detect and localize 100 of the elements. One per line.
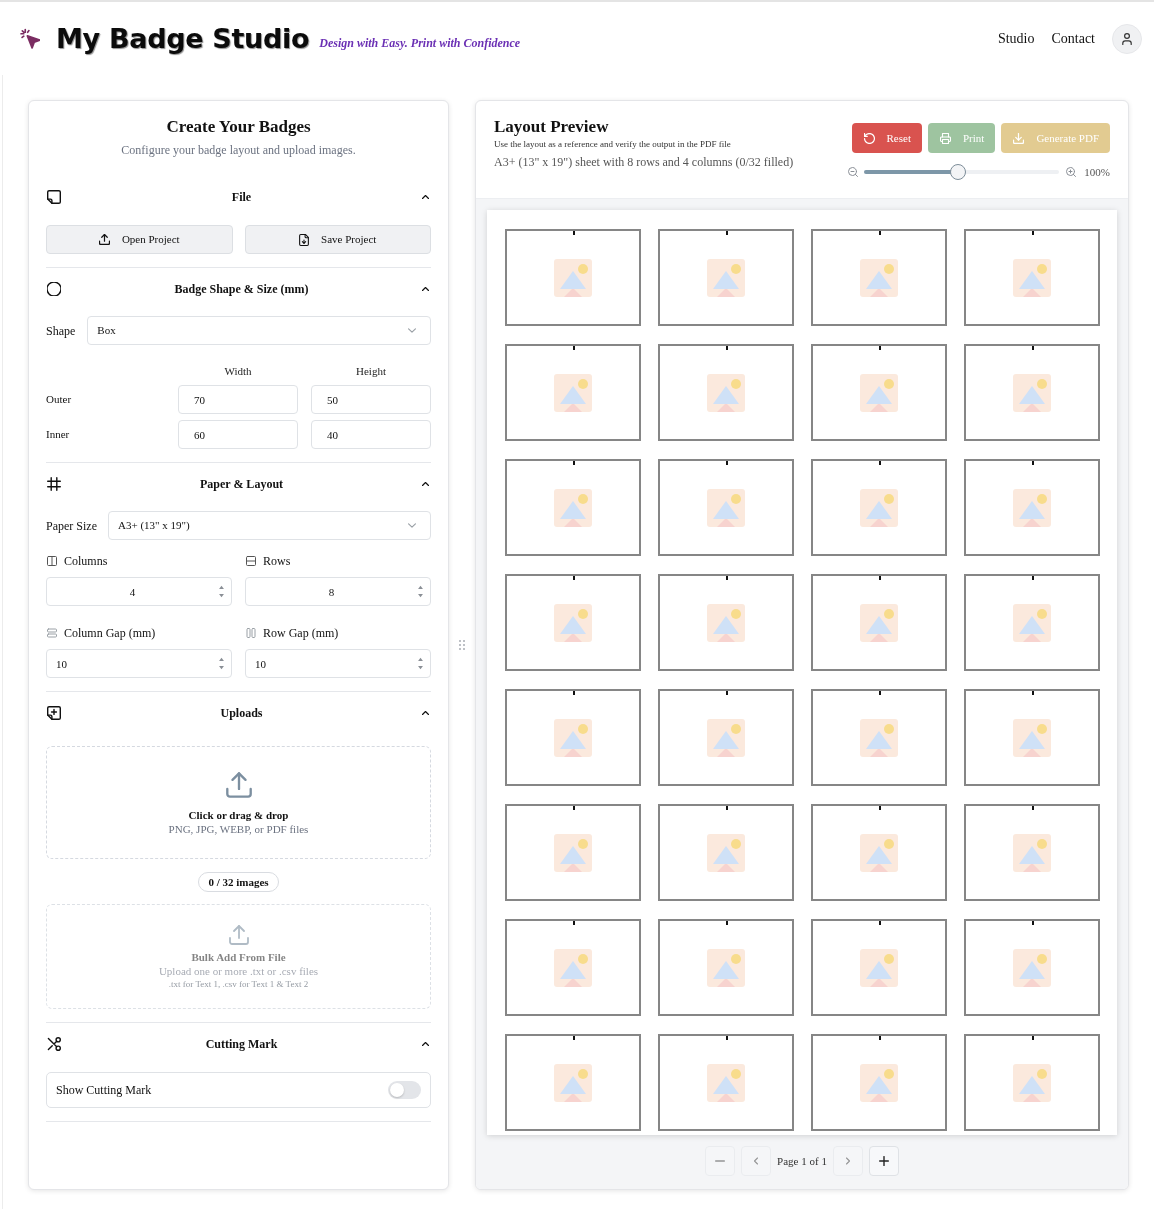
number-input[interactable]: 10 [46, 649, 232, 678]
section-toggle[interactable]: Paper & Layout [46, 472, 431, 496]
sheet-summary: A3+ (13" x 19") sheet with 8 rows and 4 columns (0/32 filled) [494, 154, 794, 170]
tick-mark-icon [573, 576, 575, 580]
tick-mark-icon [1032, 921, 1034, 925]
drag-handle-icon[interactable] [459, 640, 465, 650]
chevron-left-icon [754, 1157, 759, 1165]
image-placeholder-icon [1013, 603, 1051, 642]
spinner-icon[interactable] [418, 657, 423, 670]
section-toggle[interactable]: Uploads [46, 701, 431, 725]
chevron-right-icon [845, 1157, 850, 1165]
tick-mark-icon [879, 1036, 881, 1040]
dropzone-note: .txt for Text 1, .csv for Text 1 & Text 2 [168, 978, 309, 990]
field-label: Row Gap (mm) [263, 625, 339, 641]
row-label: Outer [46, 392, 73, 408]
image-placeholder-icon [1013, 373, 1051, 412]
tick-mark-icon [726, 921, 728, 925]
hash-icon [47, 477, 61, 491]
tick-mark-icon [1032, 231, 1034, 235]
number-input[interactable]: 8 [245, 577, 431, 606]
tick-mark-icon [879, 461, 881, 465]
paper-size-select[interactable]: A3+ (13" x 19") [108, 511, 431, 540]
shape-select[interactable]: Box [87, 316, 431, 345]
tick-mark-icon [726, 231, 728, 235]
section-toggle[interactable]: File [46, 185, 431, 209]
upload-dropzone[interactable]: Click or drag & drop PNG, JPG, WEBP, or PDF files [46, 746, 431, 859]
file-plus-icon [47, 706, 61, 720]
tick-mark-icon [1032, 346, 1034, 350]
tick-mark-icon [879, 921, 881, 925]
dropzone-title: Bulk Add From File [191, 950, 286, 964]
nav-link[interactable]: Studio [997, 28, 1035, 49]
brand-tagline: Design with Easy. Print with Confidence [319, 35, 521, 52]
image-placeholder-icon [707, 603, 745, 642]
spinner-icon[interactable] [418, 585, 423, 598]
slider-thumb[interactable] [949, 164, 966, 181]
tick-mark-icon [726, 806, 728, 810]
tick-mark-icon [1032, 691, 1034, 695]
image-placeholder-icon [860, 488, 898, 527]
columns-icon [47, 556, 57, 566]
tick-mark-icon [879, 691, 881, 695]
tick-mark-icon [726, 691, 728, 695]
tick-mark-icon [1032, 576, 1034, 580]
open-project-button[interactable]: Open Project [46, 225, 233, 254]
tick-mark-icon [726, 576, 728, 580]
number-input[interactable]: 10 [245, 649, 431, 678]
tick-mark-icon [573, 691, 575, 695]
nav-link[interactable]: Contact [1051, 28, 1095, 49]
tick-mark-icon [1032, 1036, 1034, 1040]
tick-mark-icon [1032, 806, 1034, 810]
size-input[interactable]: 60 [178, 420, 298, 449]
image-placeholder-icon [554, 258, 592, 297]
preview-subtitle: Use the layout as a reference and verify the output in the PDF file [494, 138, 732, 150]
scissors-icon [47, 1037, 61, 1051]
toggle-switch[interactable] [388, 1081, 421, 1099]
side-bars-icon [246, 628, 256, 638]
zoom-in-icon [1066, 167, 1077, 178]
upload-icon [98, 234, 110, 245]
tick-mark-icon [879, 576, 881, 580]
image-placeholder-icon [860, 1063, 898, 1102]
field-label: Shape [46, 322, 76, 340]
image-placeholder-icon [1013, 833, 1051, 872]
section-toggle[interactable]: Cutting Mark [46, 1032, 431, 1056]
tick-mark-icon [573, 806, 575, 810]
save-project-button[interactable]: Save Project [244, 225, 431, 254]
dropzone-hint: Upload one or more .txt or .csv files [158, 964, 319, 978]
field-label: Rows [263, 553, 291, 569]
file-download-icon [299, 233, 310, 246]
section-toggle[interactable]: Badge Shape & Size (mm) [46, 277, 431, 301]
tick-mark-icon [573, 1036, 575, 1040]
tick-mark-icon [1032, 461, 1034, 465]
tick-mark-icon [726, 461, 728, 465]
image-placeholder-icon [707, 1063, 745, 1102]
tick-mark-icon [879, 346, 881, 350]
toggle-label: Show Cutting Mark [56, 1082, 152, 1099]
image-placeholder-icon [860, 373, 898, 412]
add-page-button[interactable] [868, 1146, 899, 1176]
image-placeholder-icon [554, 603, 592, 642]
image-placeholder-icon [554, 718, 592, 757]
tick-mark-icon [573, 461, 575, 465]
zoom-out-icon [848, 167, 859, 178]
size-input[interactable]: 40 [311, 420, 431, 449]
size-input[interactable]: 50 [311, 385, 431, 414]
preview-title: Layout Preview [494, 116, 610, 138]
image-placeholder-icon [860, 833, 898, 872]
tick-mark-icon [573, 346, 575, 350]
tick-mark-icon [879, 231, 881, 235]
number-input[interactable]: 4 [46, 577, 232, 606]
spinner-icon[interactable] [219, 585, 224, 598]
cursor-click-icon [20, 27, 40, 50]
tick-mark-icon [573, 921, 575, 925]
image-placeholder-icon [707, 258, 745, 297]
spinner-icon[interactable] [219, 657, 224, 670]
reset-button[interactable]: Reset [851, 123, 922, 153]
image-placeholder-icon [1013, 258, 1051, 297]
dropzone-hint: PNG, JPG, WEBP, or PDF files [168, 822, 309, 836]
image-placeholder-icon [1013, 718, 1051, 757]
stacked-bars-icon [47, 628, 57, 638]
user-avatar-button[interactable] [1112, 23, 1142, 54]
size-input[interactable]: 70 [178, 385, 298, 414]
zoom-slider-track[interactable] [864, 164, 1060, 181]
